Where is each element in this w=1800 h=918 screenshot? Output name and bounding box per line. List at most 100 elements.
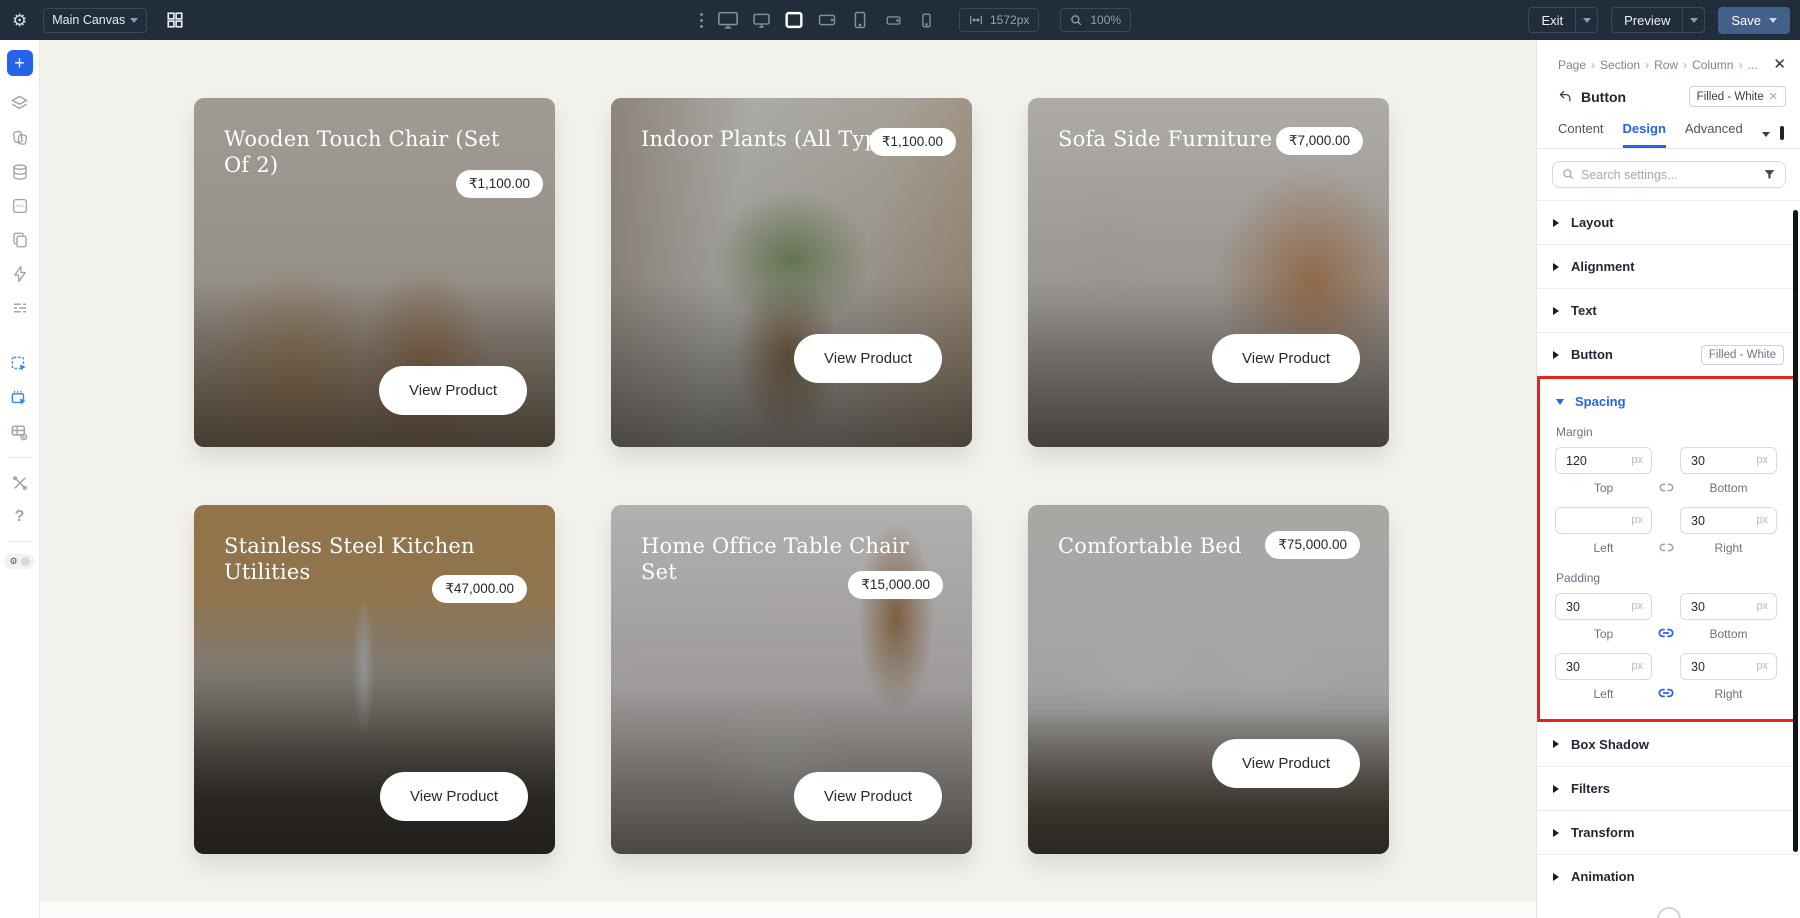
chevron-down-icon: [1689, 17, 1698, 23]
padding-right-input[interactable]: px: [1680, 653, 1777, 680]
section-animation[interactable]: Animation: [1537, 854, 1800, 898]
layers-icon[interactable]: [7, 91, 32, 116]
product-card[interactable]: Home Office Table Chair Set ₹15,000.00 V…: [611, 505, 972, 854]
margin-vertical-unlink-icon[interactable]: [1652, 447, 1680, 495]
element-selector-alt-icon[interactable]: [7, 386, 32, 411]
padding-bottom-input[interactable]: px: [1680, 593, 1777, 620]
settings-search[interactable]: [1552, 161, 1786, 188]
global-settings-icon[interactable]: [7, 295, 32, 320]
exit-dropdown-arrow[interactable]: [1575, 8, 1597, 32]
section-transform[interactable]: Transform: [1537, 810, 1800, 854]
theme-toggle[interactable]: ⚙: [4, 554, 35, 569]
padding-vertical-link-icon[interactable]: [1652, 593, 1680, 641]
breakpoint-desktop-xl-icon[interactable]: [716, 8, 740, 32]
width-arrows-icon: [970, 15, 982, 25]
add-element-button[interactable]: +: [6, 50, 33, 76]
breakpoint-tablet-landscape-icon[interactable]: [815, 8, 839, 32]
padding-top-input[interactable]: px: [1555, 593, 1652, 620]
tabs-dropdown-icon[interactable]: [1761, 132, 1770, 137]
more-options-kebab-icon[interactable]: [700, 12, 703, 28]
panel-scrollbar[interactable]: [1793, 210, 1798, 852]
help-icon[interactable]: ?: [7, 504, 32, 529]
breakpoint-active-icon[interactable]: [782, 8, 806, 32]
breakpoint-desktop-icon[interactable]: [749, 8, 773, 32]
filter-funnel-icon[interactable]: [1763, 168, 1776, 181]
search-input[interactable]: [1581, 167, 1757, 182]
view-product-button[interactable]: View Product: [794, 334, 943, 383]
margin-group-label: Margin: [1556, 425, 1593, 439]
unit-label: px: [1756, 660, 1768, 672]
preset-style-square-icon[interactable]: [1779, 125, 1784, 140]
canvas-width-field[interactable]: 1572px: [959, 8, 1040, 32]
product-card[interactable]: Indoor Plants (All Type) ₹1,100.00 View …: [611, 98, 972, 447]
view-product-button[interactable]: View Product: [1212, 739, 1361, 788]
breadcrumb-item[interactable]: Row: [1654, 58, 1678, 72]
tab-advanced[interactable]: Advanced: [1685, 121, 1743, 148]
breadcrumb-item[interactable]: Column: [1692, 58, 1733, 72]
zoom-level-value: 100%: [1090, 13, 1122, 27]
padding-left-input[interactable]: px: [1555, 653, 1652, 680]
view-product-button[interactable]: View Product: [794, 772, 943, 821]
margin-bottom-label: Bottom: [1709, 481, 1748, 495]
product-card[interactable]: Comfortable Bed ₹75,000.00 View Product: [1028, 505, 1389, 854]
forms-icon[interactable]: [7, 193, 32, 218]
tab-design[interactable]: Design: [1622, 121, 1666, 148]
margin-bottom-input[interactable]: px: [1680, 447, 1777, 474]
margin-right-input[interactable]: px: [1680, 507, 1777, 534]
product-card[interactable]: Wooden Touch Chair (Set Of 2) ₹1,100.00 …: [194, 98, 555, 447]
margin-top-input[interactable]: px: [1555, 447, 1652, 474]
pages-copy-icon[interactable]: [7, 227, 32, 252]
section-text[interactable]: Text: [1537, 288, 1800, 332]
view-product-button[interactable]: View Product: [380, 772, 529, 821]
breadcrumb-item[interactable]: Page: [1558, 58, 1586, 72]
element-selector-icon[interactable]: [7, 352, 32, 377]
chevron-right-icon: [1553, 740, 1559, 748]
templates-icon[interactable]: [7, 125, 32, 150]
view-product-button[interactable]: View Product: [1212, 334, 1361, 383]
section-layout[interactable]: Layout: [1537, 200, 1800, 244]
section-spacing[interactable]: Spacing: [1540, 394, 1794, 409]
breakpoint-tablet-portrait-icon[interactable]: [848, 8, 872, 32]
product-title: Comfortable Bed: [1058, 534, 1242, 558]
padding-right-label: Right: [1714, 687, 1743, 701]
tools-icon[interactable]: [7, 470, 32, 495]
button-preset-badge[interactable]: Filled - White: [1700, 344, 1784, 365]
margin-left-input[interactable]: px: [1555, 507, 1652, 534]
actions-lightning-icon[interactable]: [7, 261, 32, 286]
data-manager-icon[interactable]: [7, 420, 32, 445]
close-panel-icon[interactable]: ✕: [1773, 57, 1786, 72]
plus-icon: +: [14, 53, 25, 73]
grid-view-icon[interactable]: [163, 8, 187, 32]
back-arrow-icon[interactable]: [1558, 89, 1573, 104]
sidebar-divider: [7, 457, 32, 458]
editor-canvas[interactable]: Wooden Touch Chair (Set Of 2) ₹1,100.00 …: [40, 40, 1536, 918]
section-alignment[interactable]: Alignment: [1537, 244, 1800, 288]
exit-button[interactable]: Exit: [1529, 8, 1575, 32]
breakpoint-phone-landscape-icon[interactable]: [881, 8, 905, 32]
product-card[interactable]: Sofa Side Furniture Set ₹7,000.00 View P…: [1028, 98, 1389, 447]
preview-dropdown-arrow[interactable]: [1682, 8, 1704, 32]
margin-horizontal-unlink-icon[interactable]: [1652, 507, 1680, 555]
canvas-selector-dropdown[interactable]: Main Canvas: [43, 7, 148, 33]
padding-horizontal-link-icon[interactable]: [1652, 653, 1680, 701]
unit-label: px: [1756, 600, 1768, 612]
product-card[interactable]: Stainless Steel Kitchen Utilities ₹47,00…: [194, 505, 555, 854]
preset-badge[interactable]: Filled - White ✕: [1688, 86, 1786, 107]
save-button[interactable]: Save: [1718, 6, 1790, 34]
unit-label: px: [1631, 514, 1643, 526]
section-filters[interactable]: Filters: [1537, 766, 1800, 810]
tab-content[interactable]: Content: [1558, 121, 1604, 148]
section-button[interactable]: Button Filled - White: [1537, 332, 1800, 376]
zoom-level-field[interactable]: 100%: [1060, 8, 1132, 32]
builder-settings-gear-icon[interactable]: ⚙: [12, 12, 27, 29]
database-icon[interactable]: [7, 159, 32, 184]
breadcrumb-item[interactable]: ...: [1747, 58, 1757, 72]
preview-button[interactable]: Preview: [1612, 8, 1682, 32]
margin-right-label: Right: [1714, 541, 1743, 555]
remove-preset-icon[interactable]: ✕: [1769, 90, 1778, 103]
view-product-button[interactable]: View Product: [379, 366, 528, 415]
section-box-shadow[interactable]: Box Shadow: [1537, 722, 1800, 766]
breakpoint-phone-portrait-icon[interactable]: [914, 8, 938, 32]
breadcrumb-item[interactable]: Section: [1600, 58, 1640, 72]
chevron-right-icon: [1553, 262, 1559, 271]
